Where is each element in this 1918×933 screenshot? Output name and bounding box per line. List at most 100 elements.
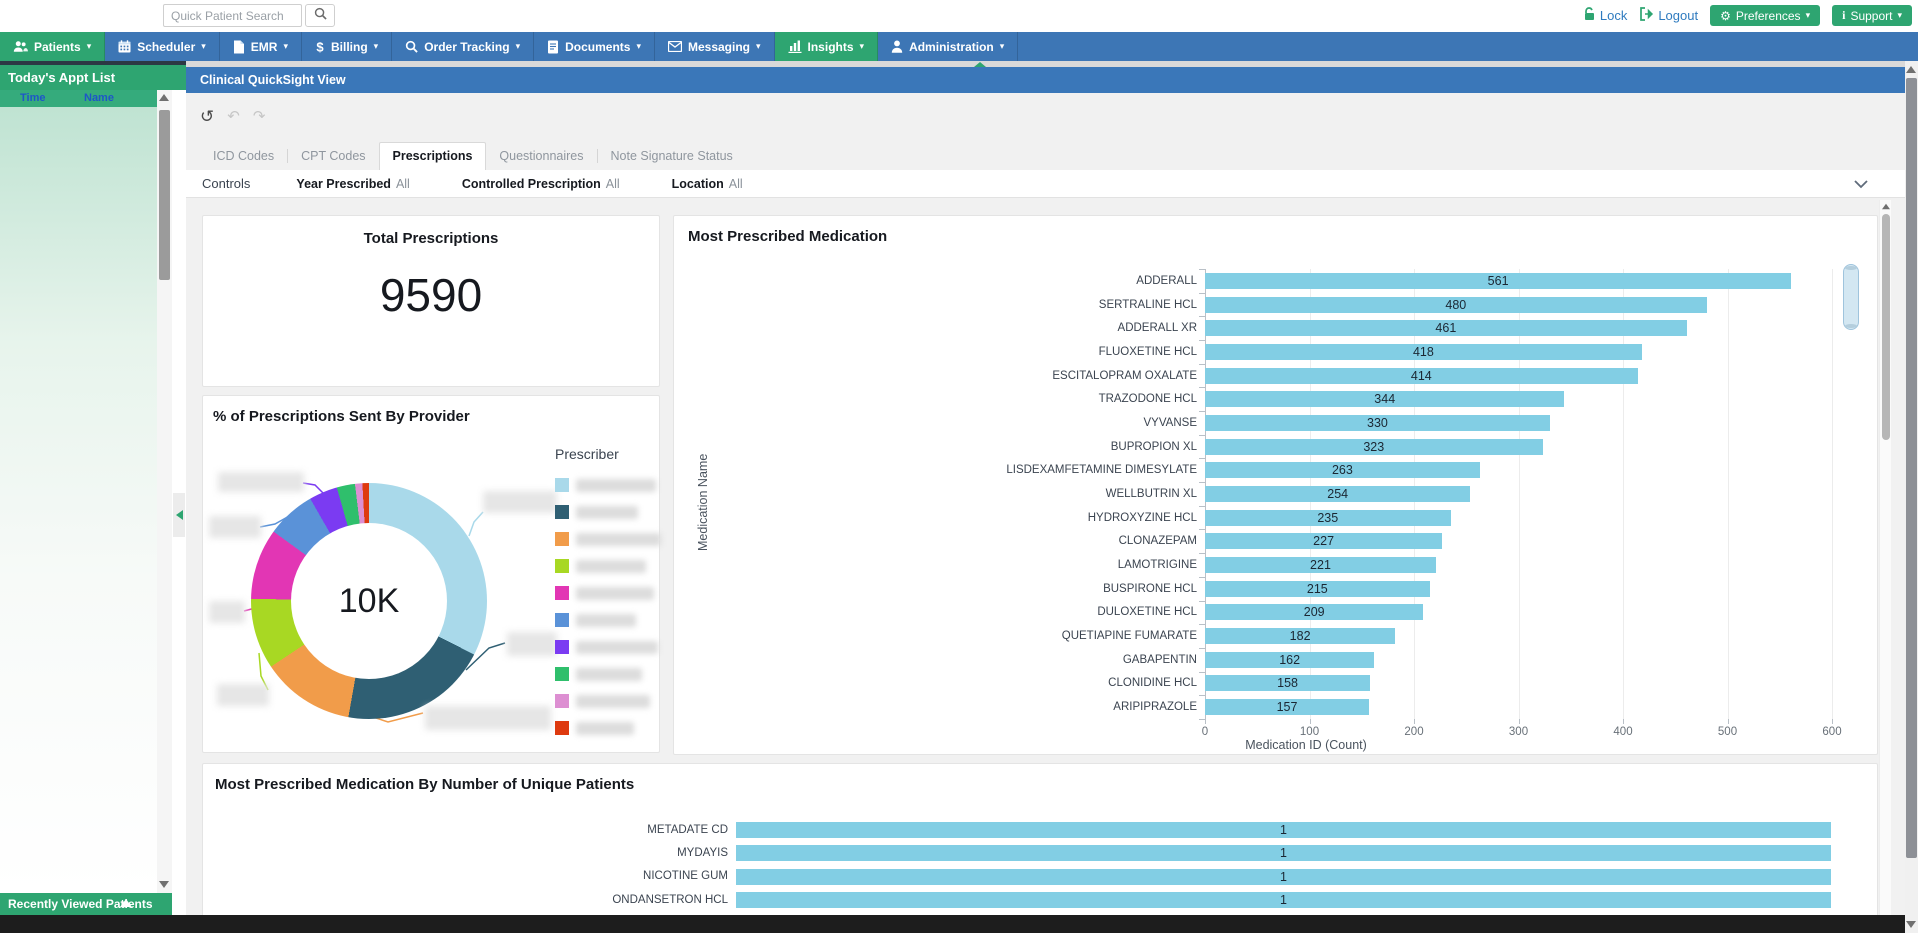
legend-item[interactable] [555,532,661,546]
sheet-tabs: ICD CodesCPT CodesPrescriptionsQuestionn… [200,143,746,170]
scroll-down-icon[interactable] [1906,921,1916,928]
scroll-up-icon[interactable] [159,94,169,101]
tab-note-signature-status[interactable]: Note Signature Status [598,143,746,170]
bar-value-label: 323 [1363,439,1384,455]
bar-row: ESCITALOPRAM OXALATE414 [674,364,1832,388]
reset-icon[interactable]: ↺ [200,108,214,125]
menu-item-label: Messaging [688,40,750,54]
legend-item[interactable] [555,478,661,492]
legend-swatch [555,478,569,492]
menu-item-emr[interactable]: EMR▾ [220,32,302,61]
menu-item-order-tracking[interactable]: Order Tracking▾ [392,32,534,61]
expand-up-icon[interactable] [120,899,132,907]
undo-icon[interactable]: ↶ [227,109,240,124]
bar-area: 158 [1205,671,1832,695]
sheet-scrollbar-thumb[interactable] [1882,214,1890,440]
scroll-up-icon[interactable] [1906,66,1916,73]
legend-item[interactable] [555,505,661,519]
bar-value-label: 162 [1279,652,1300,668]
sheet-scrollbar[interactable] [1879,200,1891,933]
x-tick-label: 0 [1202,726,1208,738]
bar-area: 263 [1205,458,1832,482]
search-icon [314,7,327,25]
lock-button[interactable]: Lock [1583,7,1627,24]
search-button[interactable] [305,4,335,27]
filter-name: Year Prescribed [296,177,391,191]
bar-area: 227 [1205,529,1832,553]
redacted-legend-label [576,695,650,708]
legend-item[interactable] [555,559,661,573]
filter-value: All [396,177,410,191]
bar-area: 157 [1205,695,1832,719]
tab-cpt-codes[interactable]: CPT Codes [288,143,378,170]
bar-row: LAMOTRIGINE221 [674,553,1832,577]
legend-swatch [555,559,569,573]
redo-icon[interactable]: ↷ [253,109,266,124]
chart-scrollbar-pill[interactable] [1843,264,1859,330]
bar-area: 330 [1205,411,1832,435]
legend-item[interactable] [555,721,661,735]
filter-location[interactable]: LocationAll [672,177,743,191]
caret-down-icon: ▾ [860,42,865,51]
menu-item-scheduler[interactable]: Scheduler▾ [105,32,220,61]
redacted-label [209,516,261,538]
legend-item[interactable] [555,613,661,627]
dashboard-toolbar: ↺ ↶ ↷ [200,108,265,125]
category-label: VYVANSE [674,417,1205,429]
search-icon [405,40,418,53]
calendar-icon [118,40,131,53]
legend-item[interactable] [555,640,661,654]
menu-item-insights[interactable]: Insights▾ [775,32,879,61]
scroll-up-icon[interactable] [1882,204,1890,210]
controls-row: Controls Year PrescribedAllControlled Pr… [186,170,1905,198]
bar-value-label: 1 [1280,822,1287,838]
legend-item[interactable] [555,694,661,708]
menu-item-label: Administration [909,40,994,54]
preferences-label: Preferences [1736,9,1801,23]
legend-item[interactable] [555,586,661,600]
legend-item[interactable] [555,667,661,681]
column-time: Time [20,92,45,104]
search-input[interactable] [163,4,302,27]
top-bar: Lock Logout ⚙ Preferences ▾ i Support ▾ [0,0,1918,32]
bar-row: TRAZODONE HCL344 [674,387,1832,411]
category-label: ADDERALL [674,275,1205,287]
preferences-button[interactable]: ⚙ Preferences ▾ [1710,5,1820,26]
menu-item-documents[interactable]: Documents▾ [534,32,655,61]
category-label: TRAZODONE HCL [674,393,1205,405]
tab-icd-codes[interactable]: ICD Codes [200,143,287,170]
legend-swatch [555,505,569,519]
caret-down-icon: ▾ [636,42,641,51]
menu-item-messaging[interactable]: Messaging▾ [655,32,775,61]
main-scrollbar-thumb[interactable] [1906,78,1917,858]
category-label: CLONAZEPAM [674,535,1205,547]
legend-swatch [555,694,569,708]
menu-item-administration[interactable]: Administration▾ [878,32,1018,61]
document-icon [547,40,559,54]
legend-swatch [555,721,569,735]
main-scrollbar[interactable] [1905,61,1918,933]
support-button[interactable]: i Support ▾ [1832,5,1912,26]
bar-area: 182 [1205,624,1832,648]
bar-value-label: 182 [1290,628,1311,644]
users-icon [13,40,28,53]
sidebar-collapse-button[interactable] [173,493,185,537]
bar-value-label: 418 [1413,344,1434,360]
logout-button[interactable]: Logout [1639,7,1698,24]
caret-down-icon: ▾ [87,42,92,51]
filter-year-prescribed[interactable]: Year Prescribed All [296,177,409,191]
scroll-down-icon[interactable] [159,881,169,888]
sidebar-scrollbar[interactable] [157,90,172,893]
menu-item-patients[interactable]: Patients▾ [0,32,105,61]
sidebar-scrollbar-thumb[interactable] [159,110,170,280]
category-label: WELLBUTRIN XL [674,488,1205,500]
chevron-down-icon[interactable] [1853,177,1869,196]
recently-viewed-bar[interactable]: Recently Viewed Patients [0,893,172,915]
tab-questionnaires[interactable]: Questionnaires [486,143,596,170]
menu-item-billing[interactable]: $Billing▾ [302,32,392,61]
filter-value: All [729,177,743,191]
tab-prescriptions[interactable]: Prescriptions [379,142,487,170]
filter-controlled-prescription[interactable]: Controlled PrescriptionAll [462,177,620,191]
donut-legend [555,478,661,735]
donut-chart[interactable]: 10K [251,483,487,719]
